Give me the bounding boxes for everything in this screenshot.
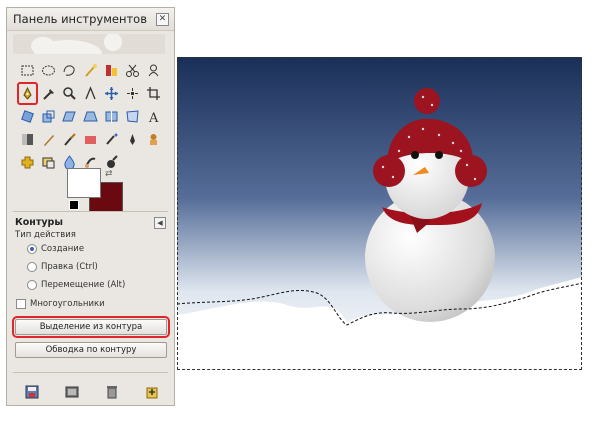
toolbox-titlebar: Панель инструментов ✕ xyxy=(7,8,174,31)
fuzzy-select-icon xyxy=(85,64,97,77)
wilber-logo xyxy=(13,34,165,54)
free-select-tool[interactable] xyxy=(59,59,80,82)
clone-tool[interactable] xyxy=(143,128,164,151)
paths-tool-icon xyxy=(23,86,32,100)
ink-icon xyxy=(130,134,135,145)
options-menu-icon[interactable]: ◀ xyxy=(154,217,166,229)
foreground-select-tool[interactable] xyxy=(143,59,164,82)
reset-icon[interactable] xyxy=(145,385,159,399)
svg-text:A: A xyxy=(148,111,159,124)
paintbrush-tool[interactable] xyxy=(59,128,80,151)
toolbox-title: Панель инструментов xyxy=(13,12,147,26)
color-picker-tool[interactable] xyxy=(38,82,59,105)
paths-tool-tool[interactable] xyxy=(17,82,38,105)
crop-icon xyxy=(147,87,160,100)
color-select-tool[interactable] xyxy=(101,59,122,82)
cage-tool[interactable] xyxy=(122,105,143,128)
scale-icon xyxy=(42,110,55,123)
toolbox-panel: Панель инструментов ✕ A ⇄ Контуры ◀ Тип … xyxy=(6,7,175,406)
perspective-clone-tool[interactable] xyxy=(38,151,59,174)
color-picker-icon xyxy=(43,89,54,100)
swap-colors-icon[interactable]: ⇄ xyxy=(105,169,113,179)
ink-tool[interactable] xyxy=(122,128,143,151)
rotate-icon xyxy=(21,110,34,123)
mode-move-radio[interactable] xyxy=(27,280,37,290)
default-colors-icon[interactable] xyxy=(69,200,79,210)
mode-design-label: Создание xyxy=(41,244,85,254)
pencil-icon xyxy=(44,135,54,146)
rect-select-tool[interactable] xyxy=(17,59,38,82)
ellipse-select-tool[interactable] xyxy=(38,59,59,82)
rect-select-icon xyxy=(21,65,34,76)
foreground-color-swatch[interactable] xyxy=(67,168,101,198)
edit-mode-label: Тип действия xyxy=(15,230,76,240)
close-icon[interactable]: ✕ xyxy=(156,13,169,26)
polygonal-checkbox[interactable] xyxy=(16,299,26,309)
save-icon[interactable] xyxy=(25,385,39,399)
flip-tool[interactable] xyxy=(101,105,122,128)
scissors-tool[interactable] xyxy=(122,59,143,82)
mode-move-label: Перемещение (Alt) xyxy=(41,280,126,290)
rotate-tool[interactable] xyxy=(17,105,38,128)
text-icon: A xyxy=(148,111,159,124)
text-tool[interactable]: A xyxy=(143,105,164,128)
crop-tool[interactable] xyxy=(143,82,164,105)
heal-icon xyxy=(21,156,34,169)
airbrush-tool[interactable] xyxy=(101,128,122,151)
align-tool[interactable] xyxy=(122,82,143,105)
options-bottom-bar xyxy=(17,385,167,405)
color-area[interactable]: ⇄ xyxy=(67,168,123,212)
color-select-icon xyxy=(106,65,117,76)
measure-icon xyxy=(85,86,96,100)
scale-tool[interactable] xyxy=(38,105,59,128)
divider xyxy=(13,372,168,373)
flip-icon xyxy=(105,111,118,122)
blend-icon xyxy=(22,134,33,145)
align-icon xyxy=(127,88,138,99)
tool-options-title: Контуры xyxy=(15,217,63,228)
stroke-path-button[interactable]: Обводка по контуру xyxy=(15,342,167,358)
zoom-tool[interactable] xyxy=(59,82,80,105)
image-border xyxy=(177,57,582,370)
mode-edit-radio[interactable] xyxy=(27,262,37,272)
scissors-icon xyxy=(126,64,139,77)
move-tool[interactable] xyxy=(101,82,122,105)
shear-icon xyxy=(62,111,76,122)
eraser-icon xyxy=(85,136,96,144)
move-icon xyxy=(105,87,118,100)
pencil-tool[interactable] xyxy=(38,128,59,151)
perspective-clone-icon xyxy=(42,157,55,169)
delete-icon[interactable] xyxy=(105,385,119,399)
perspective-icon xyxy=(83,111,98,122)
foreground-select-icon xyxy=(148,64,159,77)
mode-edit-label: Правка (Ctrl) xyxy=(41,262,98,272)
selection-from-path-button[interactable]: Выделение из контура xyxy=(12,316,170,338)
ellipse-select-icon xyxy=(42,65,55,76)
restore-icon[interactable] xyxy=(65,385,79,399)
cage-icon xyxy=(126,110,139,123)
airbrush-icon xyxy=(106,133,118,145)
zoom-icon xyxy=(63,87,76,100)
perspective-tool[interactable] xyxy=(80,105,101,128)
clone-icon xyxy=(150,134,157,145)
polygonal-label: Многоугольники xyxy=(30,299,105,309)
tool-grid: A xyxy=(17,59,164,174)
blend-tool[interactable] xyxy=(17,128,38,151)
mode-design-radio[interactable] xyxy=(27,244,37,254)
heal-tool[interactable] xyxy=(17,151,38,174)
free-select-icon xyxy=(63,65,75,76)
measure-tool[interactable] xyxy=(80,82,101,105)
divider xyxy=(13,211,168,212)
eraser-tool[interactable] xyxy=(80,128,101,151)
fuzzy-select-tool[interactable] xyxy=(80,59,101,82)
paintbrush-icon xyxy=(64,133,76,146)
shear-tool[interactable] xyxy=(59,105,80,128)
